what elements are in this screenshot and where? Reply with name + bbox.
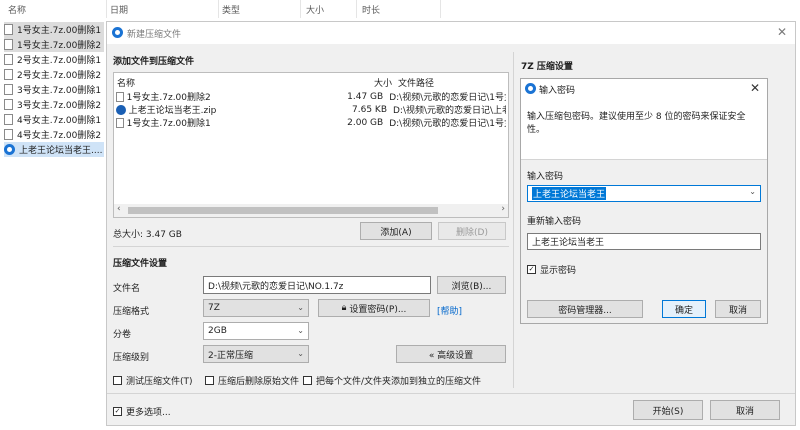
more-options-checkbox[interactable]: ✓ 更多选项... bbox=[113, 405, 171, 418]
scrollbar-thumb[interactable] bbox=[128, 207, 438, 214]
reenter-password-label: 重新输入密码 bbox=[527, 217, 582, 227]
file-icon bbox=[4, 99, 13, 110]
table-row[interactable]: 上老王论坛当老王.zip 7.65 KB D:\视频\元歌的恋爱日记\上老 bbox=[116, 103, 506, 116]
total-size: 总大小: 3.47 GB bbox=[113, 230, 182, 240]
explorer-header: 名称 日期 类型 大小 时长 bbox=[0, 0, 800, 18]
password-label: 输入密码 bbox=[527, 172, 564, 182]
chevron-down-icon: ⌄ bbox=[297, 349, 304, 358]
split-label: 分卷 bbox=[113, 330, 132, 340]
list-header-path[interactable]: 文件路径 bbox=[398, 76, 434, 89]
password-dialog-title: 输入密码 bbox=[539, 85, 576, 96]
browse-button[interactable]: 浏览(B)... bbox=[437, 276, 506, 294]
zip-archive-icon bbox=[116, 104, 126, 115]
list-header-size[interactable]: 大小 bbox=[374, 76, 392, 89]
column-type[interactable]: 类型 bbox=[222, 3, 240, 16]
table-row[interactable]: 1号女主.7z.00删除2 1.47 GB D:\视频\元歌的恋爱日记\1号女 bbox=[116, 90, 506, 103]
chevron-down-icon: ⌄ bbox=[297, 326, 304, 335]
list-header-name[interactable]: 名称 bbox=[117, 76, 135, 89]
list-item[interactable]: 上老王论坛当老王.... bbox=[4, 142, 104, 157]
divider bbox=[107, 393, 795, 394]
column-date[interactable]: 日期 bbox=[110, 3, 128, 16]
checkbox-box[interactable]: ✓ bbox=[527, 265, 536, 274]
divider bbox=[113, 246, 509, 247]
test-archive-checkbox[interactable]: 测试压缩文件(T) bbox=[113, 374, 193, 387]
password-instruction: 输入压缩包密码。建议使用至少 8 位的密码来保证安全性。 bbox=[527, 112, 746, 135]
reenter-password-input[interactable]: 上老王论坛当老王 bbox=[527, 233, 761, 250]
add-button[interactable]: 添加(A) bbox=[360, 222, 432, 240]
explorer-file-list: 1号女主.7z.00删除1 1号女主.7z.00删除2 2号女主.7z.00删除… bbox=[0, 20, 106, 430]
scroll-left-icon[interactable]: ‹ bbox=[117, 204, 121, 214]
checkbox-box[interactable] bbox=[205, 376, 214, 385]
right-panel-title: 7Z 压缩设置 bbox=[521, 62, 573, 72]
help-link[interactable]: [帮助] bbox=[437, 304, 462, 317]
filename-label: 文件名 bbox=[113, 284, 141, 294]
separate-archives-checkbox[interactable]: 把每个文件/文件夹添加到独立的压缩文件 bbox=[303, 374, 481, 387]
divider bbox=[521, 159, 767, 160]
file-icon bbox=[4, 39, 13, 50]
dialog-titlebar: 新建压缩文件 ✕ bbox=[107, 22, 795, 44]
app-icon bbox=[525, 83, 536, 94]
file-icon bbox=[4, 24, 13, 35]
archive-icon bbox=[4, 144, 15, 155]
format-select[interactable]: 7Z ⌄ bbox=[203, 299, 309, 317]
checkbox-box[interactable]: ✓ bbox=[113, 407, 122, 416]
list-item[interactable]: 2号女主.7z.00删除2 bbox=[4, 67, 104, 82]
filename-input[interactable]: D:\视频\元歌的恋爱日记\NO.1.7z bbox=[203, 276, 431, 294]
lock-icon: 🔒︎ bbox=[341, 303, 347, 313]
settings-section-title: 压缩文件设置 bbox=[113, 259, 168, 269]
list-item[interactable]: 4号女主.7z.00删除1 bbox=[4, 112, 104, 127]
file-icon bbox=[116, 91, 124, 102]
file-list-panel: 名称 大小 文件路径 1号女主.7z.00删除2 1.47 GB D:\视频\元… bbox=[113, 72, 509, 218]
close-icon[interactable]: ✕ bbox=[750, 81, 760, 95]
delete-source-checkbox[interactable]: 压缩后删除原始文件 bbox=[205, 374, 299, 387]
password-input[interactable]: 上老王论坛当老王 ⌄ bbox=[527, 185, 761, 202]
close-icon[interactable]: ✕ bbox=[777, 25, 787, 39]
list-item[interactable]: 2号女主.7z.00删除1 bbox=[4, 52, 104, 67]
file-icon bbox=[4, 54, 13, 65]
list-item[interactable]: 4号女主.7z.00删除2 bbox=[4, 127, 104, 142]
panel-divider bbox=[513, 52, 514, 388]
column-duration[interactable]: 时长 bbox=[362, 3, 380, 16]
chevron-down-icon: ⌄ bbox=[297, 303, 304, 312]
chevron-down-icon[interactable]: ⌄ bbox=[749, 187, 756, 196]
show-password-checkbox[interactable]: ✓ 显示密码 bbox=[527, 263, 576, 276]
file-icon bbox=[4, 84, 13, 95]
password-cancel-button[interactable]: 取消 bbox=[715, 300, 761, 318]
table-row[interactable]: 1号女主.7z.00删除1 2.00 GB D:\视频\元歌的恋爱日记\1号女 bbox=[116, 116, 506, 129]
password-dialog-titlebar: 输入密码 ✕ bbox=[521, 79, 767, 99]
start-button[interactable]: 开始(S) bbox=[633, 400, 703, 420]
app-icon bbox=[112, 27, 123, 38]
level-select[interactable]: 2-正常压缩 ⌄ bbox=[203, 345, 309, 363]
delete-button[interactable]: 删除(D) bbox=[438, 222, 506, 240]
set-password-button[interactable]: 🔒︎ 设置密码(P)... bbox=[318, 299, 430, 317]
dialog-title: 新建压缩文件 bbox=[127, 29, 182, 40]
column-name[interactable]: 名称 bbox=[8, 3, 26, 16]
list-item[interactable]: 3号女主.7z.00删除2 bbox=[4, 97, 104, 112]
list-item[interactable]: 1号女主.7z.00删除1 bbox=[4, 22, 104, 37]
scroll-right-icon[interactable]: › bbox=[501, 204, 505, 214]
cancel-button[interactable]: 取消 bbox=[710, 400, 780, 420]
split-select[interactable]: 2GB ⌄ bbox=[203, 322, 309, 340]
file-icon bbox=[4, 129, 13, 140]
column-size[interactable]: 大小 bbox=[306, 3, 324, 16]
instruction-area: 输入压缩包密码。建议使用至少 8 位的密码来保证安全性。 bbox=[521, 99, 767, 159]
checkbox-box[interactable] bbox=[303, 376, 312, 385]
file-icon bbox=[4, 114, 13, 125]
checkbox-box[interactable] bbox=[113, 376, 122, 385]
list-item[interactable]: 3号女主.7z.00删除1 bbox=[4, 82, 104, 97]
ok-button[interactable]: 确定 bbox=[662, 300, 706, 318]
format-label: 压缩格式 bbox=[113, 307, 150, 317]
list-item[interactable]: 1号女主.7z.00删除2 bbox=[4, 37, 104, 52]
level-label: 压缩级别 bbox=[113, 353, 150, 363]
file-icon bbox=[4, 69, 13, 80]
file-icon bbox=[116, 117, 124, 128]
horizontal-scrollbar[interactable]: ‹ › bbox=[114, 204, 508, 217]
password-manager-button[interactable]: 密码管理器... bbox=[527, 300, 643, 318]
password-dialog: 输入密码 ✕ 输入压缩包密码。建议使用至少 8 位的密码来保证安全性。 输入密码… bbox=[520, 78, 768, 324]
add-section-title: 添加文件到压缩文件 bbox=[113, 57, 195, 67]
advanced-settings-button[interactable]: « 高级设置 bbox=[396, 345, 506, 363]
